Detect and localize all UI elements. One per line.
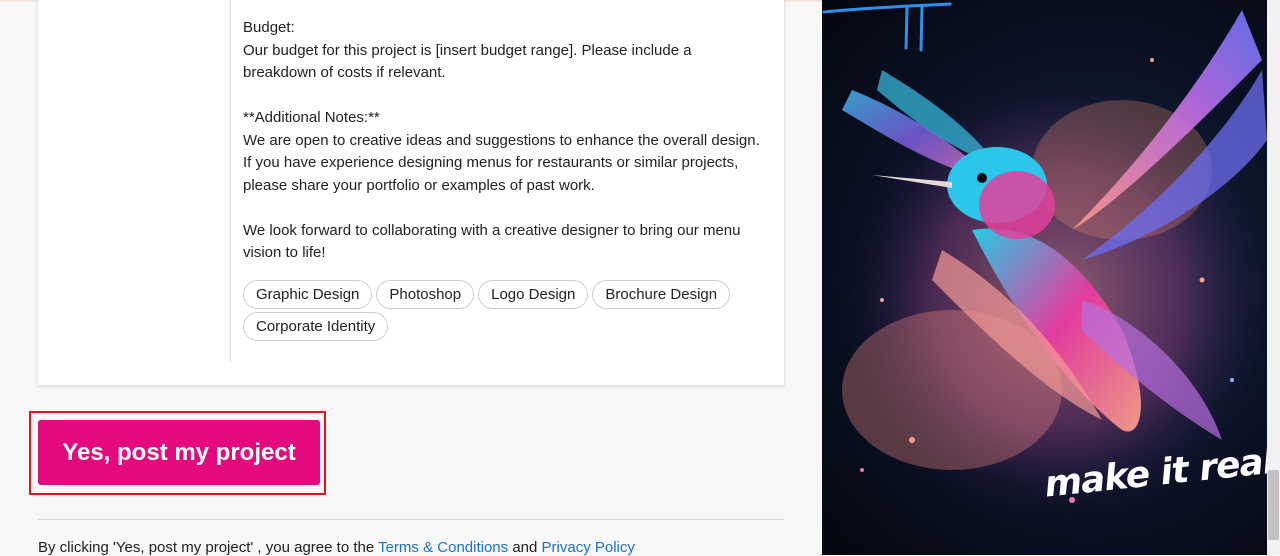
skill-tag[interactable]: Photoshop [376, 280, 475, 309]
skill-tag[interactable]: Logo Design [478, 280, 589, 309]
project-details-card: Budget: Our budget for this project is [… [38, 0, 784, 385]
brand-swoosh-icon [822, 2, 952, 52]
agreement-text: By clicking 'Yes, post my project' , you… [38, 539, 635, 556]
card-divider [230, 0, 231, 361]
scrollbar-thumb[interactable] [1268, 470, 1279, 540]
skill-tag[interactable]: Brochure Design [592, 280, 731, 309]
project-description: Budget: Our budget for this project is [… [243, 17, 763, 265]
agreement-prefix: By clicking 'Yes, post my project' , you… [38, 539, 375, 556]
description-line: We are open to creative ideas and sugges… [243, 131, 760, 194]
promo-banner: make it real. [822, 0, 1267, 555]
skill-tag[interactable]: Graphic Design [243, 280, 373, 309]
description-line: **Additional Notes:** [243, 109, 380, 126]
post-project-button[interactable]: Yes, post my project [38, 420, 320, 485]
description-line: We look forward to collaborating with a … [243, 221, 741, 262]
terms-link[interactable]: Terms & Conditions [378, 539, 508, 556]
description-line: Budget: [243, 19, 295, 36]
skill-tags: Graphic Design Photoshop Logo Design Brochu… [243, 280, 773, 344]
skill-tag[interactable]: Corporate Identity [243, 312, 389, 341]
section-divider [38, 519, 784, 520]
privacy-link[interactable]: Privacy Policy [542, 539, 635, 556]
agreement-and: and [512, 539, 538, 556]
description-line: Our budget for this project is [insert b… [243, 41, 692, 82]
